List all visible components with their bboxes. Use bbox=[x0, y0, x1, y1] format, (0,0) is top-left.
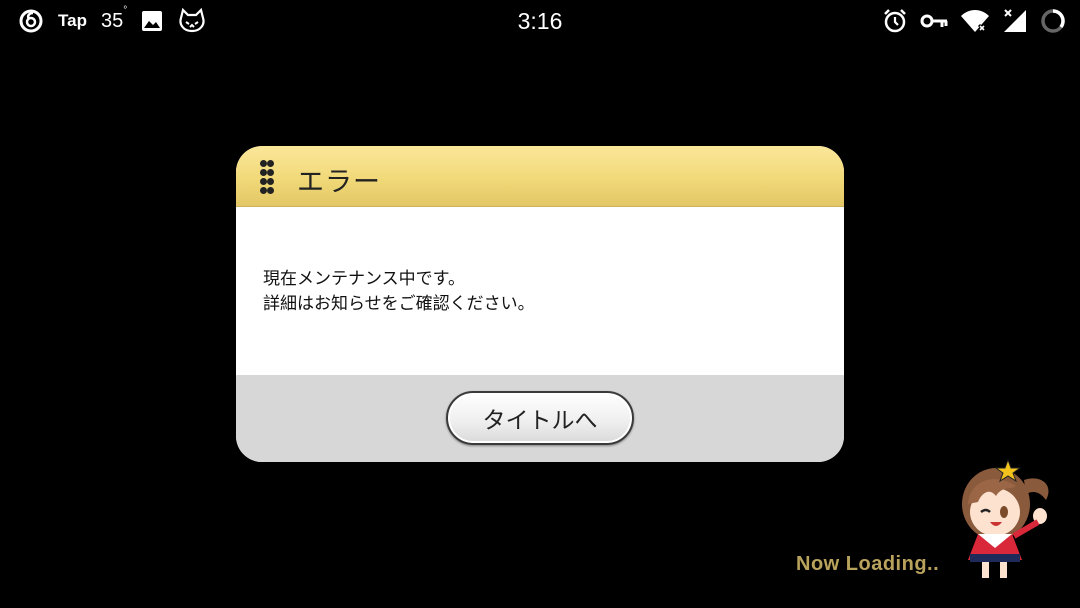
message-line-2: 詳細はお知らせをご確認ください。 bbox=[263, 294, 535, 314]
dialog-header: エラー bbox=[236, 146, 844, 207]
loading-text: Now Loading.. bbox=[796, 553, 940, 575]
dialog-message: 現在メンテナンス中です。 詳細はお知らせをご確認ください。 bbox=[263, 267, 535, 317]
dialog-title: エラー bbox=[297, 167, 381, 198]
dialog-body: 現在メンテナンス中です。 詳細はお知らせをご確認ください。 bbox=[236, 207, 844, 375]
alarm-icon bbox=[882, 8, 908, 34]
grip-dots-icon bbox=[260, 160, 274, 194]
error-dialog: エラー 現在メンテナンス中です。 詳細はお知らせをご確認ください。 タイトルへ bbox=[236, 146, 844, 462]
dialog-footer: タイトルへ bbox=[236, 375, 844, 462]
vpn-key-icon bbox=[920, 12, 948, 30]
cell-signal-icon bbox=[1002, 8, 1028, 34]
message-line-1: 現在メンテナンス中です。 bbox=[263, 269, 465, 289]
status-bar: Tap 35° 3:16 bbox=[0, 0, 1080, 44]
wifi-icon bbox=[960, 9, 990, 33]
loading-character-illustration bbox=[950, 456, 1060, 580]
status-bar-right bbox=[882, 6, 1066, 36]
to-title-button[interactable]: タイトルへ bbox=[446, 391, 634, 445]
loading-circle-icon bbox=[1040, 8, 1066, 34]
screen: Tap 35° 3:16 エラー 現在メンテナンス中です。 詳細はお知らせをご確… bbox=[0, 0, 1080, 608]
